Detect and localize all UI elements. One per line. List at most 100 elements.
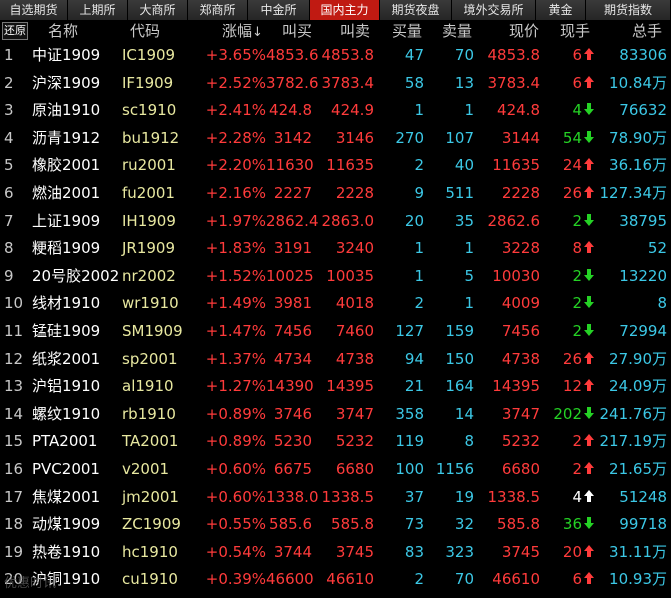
bidvol-cell: 100 bbox=[395, 460, 424, 478]
last-cell: 3144 bbox=[501, 128, 540, 147]
ask-cell: 10035 bbox=[326, 266, 374, 285]
tab-main-contracts[interactable]: 国内主力 bbox=[310, 0, 380, 20]
askvol-cell: 40 bbox=[454, 156, 474, 175]
table-row[interactable]: 13 沪铝1910 al1910 +1.27% 14390 14395 21 164 14395… bbox=[0, 373, 671, 401]
table-row[interactable]: 19 热卷1910 hc1910 +0.54% 3744 3745 83 323 3745 20 3… bbox=[0, 539, 671, 567]
current-volume-cell: 26 bbox=[540, 180, 594, 208]
table-row[interactable]: 18 动煤1909 ZC1909 +0.55% 585.6 585.8 73 32 585.8 3… bbox=[0, 511, 671, 539]
code-cell: ZC1909 bbox=[122, 515, 181, 534]
askvol-cell: 13 bbox=[454, 73, 474, 92]
last-cell: 1338.5 bbox=[487, 487, 541, 506]
header-code[interactable]: 代码 bbox=[130, 20, 160, 42]
total-cell: 24.09万 bbox=[609, 377, 667, 396]
tab-gold[interactable]: 黄金 bbox=[536, 0, 586, 20]
code-cell: ru2001 bbox=[122, 156, 176, 175]
total-cell: 31.11万 bbox=[609, 542, 667, 561]
change-cell: +2.16% bbox=[205, 184, 266, 202]
current-volume-value: 6 bbox=[572, 570, 582, 589]
table-row[interactable]: 3 原油1910 sc1910 +2.41% 424.8 424.9 1 1 424.8 4 766… bbox=[0, 97, 671, 125]
last-cell: 4738 bbox=[501, 349, 540, 368]
table-row[interactable]: 1 中证1909 IC1909 +3.65% 4853.6 4853.8 47 70 4853.… bbox=[0, 42, 671, 70]
table-row[interactable]: 8 粳稻1909 JR1909 +1.83% 3191 3240 1 1 3228 8 52 bbox=[0, 235, 671, 263]
header-total-volume[interactable]: 总手 bbox=[632, 20, 662, 42]
total-cell: 8 bbox=[657, 294, 667, 313]
arrow-up-icon bbox=[584, 346, 594, 374]
name-cell: 锰硅1909 bbox=[32, 322, 101, 340]
arrow-up-icon bbox=[584, 484, 594, 512]
column-header-row: 名称 代码 涨幅↓ 叫买 叫卖 买量 卖量 现价 现手 总手 bbox=[0, 20, 671, 42]
table-row[interactable]: 7 上证1909 IH1909 +1.97% 2862.4 2863.0 20 35 2862.… bbox=[0, 208, 671, 236]
tab-night-session[interactable]: 期货夜盘 bbox=[380, 0, 452, 20]
header-name[interactable]: 名称 bbox=[48, 20, 78, 42]
table-row[interactable]: 9 20号胶2002 nr2002 +1.52% 10025 10035 1 5 10030 2 1… bbox=[0, 263, 671, 291]
tab-watchlist[interactable]: 自选期货 bbox=[0, 0, 68, 20]
tab-overseas[interactable]: 境外交易所 bbox=[452, 0, 536, 20]
ask-cell: 3240 bbox=[335, 239, 374, 258]
bidvol-cell: 73 bbox=[404, 515, 424, 534]
bid-cell: 11630 bbox=[266, 156, 314, 175]
table-row[interactable]: 14 螺纹1910 rb1910 +0.89% 3746 3747 358 14 3747 202… bbox=[0, 401, 671, 429]
table-row[interactable]: 16 PVC2001 v2001 +0.60% 6675 6680 100 1156 6680 2… bbox=[0, 456, 671, 484]
bidvol-cell: 358 bbox=[395, 404, 424, 423]
table-row[interactable]: 2 沪深1909 IF1909 +2.52% 3782.6 3783.4 58 13 3783.… bbox=[0, 70, 671, 98]
table-row[interactable]: 10 线材1910 wr1910 +1.49% 3981 4018 2 1 4009 2 8 bbox=[0, 290, 671, 318]
table-row[interactable]: 20 沪铜1910 cu1910 +0.39% 46600 46610 2 70 46610 6 1… bbox=[0, 566, 671, 594]
askvol-cell: 323 bbox=[445, 542, 474, 561]
current-volume-value: 6 bbox=[572, 73, 582, 92]
restore-button[interactable]: 还原 bbox=[2, 22, 28, 40]
ask-cell: 46610 bbox=[326, 570, 374, 589]
header-bid-volume[interactable]: 买量 bbox=[392, 20, 422, 42]
tab-czce[interactable]: 郑商所 bbox=[188, 0, 248, 20]
bid-cell: 46600 bbox=[266, 570, 314, 589]
last-cell: 2862.6 bbox=[487, 211, 541, 230]
header-ask-volume[interactable]: 卖量 bbox=[442, 20, 472, 42]
current-volume-value: 24 bbox=[562, 156, 582, 175]
total-cell: 51248 bbox=[619, 487, 667, 506]
arrow-up-icon bbox=[584, 456, 594, 484]
current-volume-value: 54 bbox=[562, 128, 582, 147]
idx-cell: 14 bbox=[4, 404, 24, 423]
tab-cffex[interactable]: 中金所 bbox=[248, 0, 310, 20]
table-row[interactable]: 6 燃油2001 fu2001 +2.16% 2227 2228 9 511 2228 26 127… bbox=[0, 180, 671, 208]
header-current-volume[interactable]: 现手 bbox=[560, 20, 590, 42]
change-cell: +0.54% bbox=[205, 542, 266, 561]
idx-cell: 19 bbox=[4, 542, 24, 561]
name-cell: 线材1910 bbox=[32, 294, 101, 313]
tab-shfe[interactable]: 上期所 bbox=[68, 0, 128, 20]
table-row[interactable]: 5 橡胶2001 ru2001 +2.20% 11630 11635 2 40 11635 24 3… bbox=[0, 152, 671, 180]
bid-cell: 3744 bbox=[273, 542, 312, 561]
change-cell: +2.28% bbox=[205, 128, 266, 147]
table-row[interactable]: 17 焦煤2001 jm2001 +0.60% 1338.0 1338.5 37 19 1338… bbox=[0, 484, 671, 512]
table-row[interactable]: 15 PTA2001 TA2001 +0.89% 5230 5232 119 8 5232 2 21… bbox=[0, 428, 671, 456]
last-cell: 3745 bbox=[501, 542, 540, 561]
table-row[interactable]: 11 锰硅1909 SM1909 +1.47% 7456 7460 127 159 7456 2 7… bbox=[0, 318, 671, 346]
change-cell: +0.55% bbox=[205, 515, 266, 534]
total-cell: 217.19万 bbox=[599, 432, 668, 451]
arrow-up-icon bbox=[584, 152, 594, 180]
name-cell: 上证1909 bbox=[32, 211, 101, 230]
ask-cell: 11635 bbox=[326, 156, 374, 175]
bidvol-cell: 83 bbox=[404, 542, 424, 561]
ask-cell: 2228 bbox=[335, 184, 374, 202]
header-ask[interactable]: 叫卖 bbox=[340, 20, 370, 42]
tab-dce[interactable]: 大商所 bbox=[128, 0, 188, 20]
current-volume-cell: 2 bbox=[540, 290, 594, 318]
idx-cell: 5 bbox=[4, 156, 14, 175]
askvol-cell: 1 bbox=[464, 101, 474, 120]
ask-cell: 3745 bbox=[335, 542, 374, 561]
total-cell: 127.34万 bbox=[599, 184, 668, 202]
header-bid[interactable]: 叫买 bbox=[282, 20, 312, 42]
table-row[interactable]: 12 纸浆2001 sp2001 +1.37% 4734 4738 94 150 4738 26 2… bbox=[0, 346, 671, 374]
askvol-cell: 70 bbox=[454, 570, 474, 589]
code-cell: cu1910 bbox=[122, 570, 178, 589]
bid-cell: 585.6 bbox=[269, 515, 312, 534]
idx-cell: 11 bbox=[4, 322, 24, 340]
idx-cell: 9 bbox=[4, 266, 14, 285]
total-cell: 13220 bbox=[619, 266, 667, 285]
current-volume-value: 2 bbox=[572, 266, 582, 285]
header-last-price[interactable]: 现价 bbox=[509, 20, 539, 42]
header-change[interactable]: 涨幅↓ bbox=[222, 20, 263, 42]
tab-futures-index[interactable]: 期货指数 bbox=[586, 0, 671, 20]
bid-cell: 2862.4 bbox=[266, 211, 319, 230]
table-row[interactable]: 4 沥青1912 bu1912 +2.28% 3142 3146 270 107 3144 54 7… bbox=[0, 125, 671, 153]
